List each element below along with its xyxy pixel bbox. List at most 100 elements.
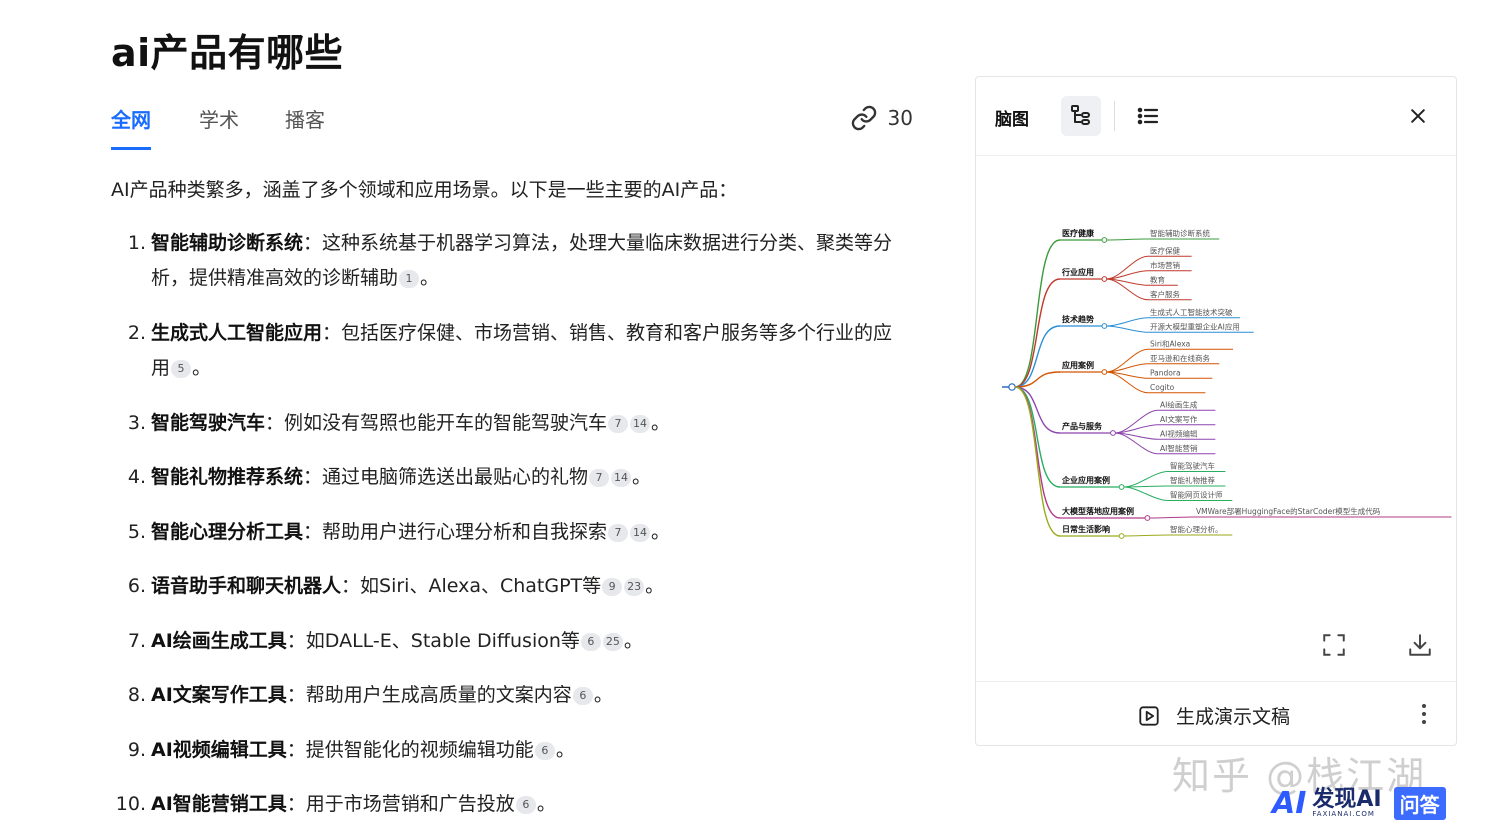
item-title: AI文案写作工具: [151, 684, 287, 706]
mindmap-category-node[interactable]: [1110, 430, 1116, 436]
citation-badge[interactable]: 14: [630, 415, 651, 433]
mindmap-category[interactable]: 企业应用案例: [1061, 475, 1110, 485]
mindmap-leaf[interactable]: 智能心理分析。: [1170, 524, 1223, 534]
item-end: 。: [645, 575, 665, 597]
mindmap-leaf[interactable]: 医疗保健: [1150, 245, 1180, 255]
citation-badge[interactable]: 23: [624, 578, 645, 596]
list-view-button[interactable]: [1128, 96, 1168, 136]
bulleted-list-icon: [1137, 107, 1159, 125]
item-end: 。: [651, 412, 671, 434]
mindmap-leaf[interactable]: Pandora: [1150, 368, 1181, 377]
citation-badge[interactable]: 6: [572, 687, 593, 705]
citation-badge[interactable]: 25: [602, 633, 623, 651]
mindmap-category-node[interactable]: [1101, 369, 1108, 375]
citation-badge[interactable]: 9: [602, 578, 623, 596]
mindmap-category-node[interactable]: [1118, 533, 1125, 539]
mindmap-leaf[interactable]: AI智能营销: [1160, 443, 1198, 453]
download-button[interactable]: [1400, 625, 1440, 665]
mindmap-category-node[interactable]: [1101, 276, 1108, 282]
list-item: 2. 生成式人工智能应用：包括医疗保健、市场营销、销售、教育和客户服务等多个行业的…: [111, 316, 911, 386]
citation-badge[interactable]: 6: [534, 742, 555, 760]
citation-badge[interactable]: 7: [608, 524, 629, 542]
faxianai-logo: AI 发现AI FAXIANAI.COM 问答: [1272, 786, 1446, 821]
item-number: 1.: [127, 232, 146, 254]
item-number: 2.: [127, 322, 146, 344]
mindmap-leaf[interactable]: Cogito: [1150, 383, 1175, 392]
mindmap-leaf[interactable]: 开源大模型重塑企业AI应用: [1150, 321, 1240, 331]
link-icon: [851, 105, 876, 131]
mindmap-leaf[interactable]: VMWare部署HuggingFace的StarCoder模型生成代码: [1196, 506, 1381, 516]
mindmap-category-node[interactable]: [1101, 237, 1108, 243]
mindmap-leaf[interactable]: 智能辅助诊断系统: [1150, 228, 1210, 238]
mindmap-leaf-branch: [1149, 516, 1195, 519]
list-item: 6. 语音助手和聊天机器人：如Siri、Alexa、ChatGPT等 9 23。: [111, 569, 911, 604]
mindmap-root-node[interactable]: [1008, 383, 1016, 391]
citation-badge[interactable]: 7: [608, 415, 629, 433]
mindmap-leaf[interactable]: 市场营销: [1150, 260, 1180, 270]
more-options-button[interactable]: [1418, 702, 1430, 730]
list-item: 1. 智能辅助诊断系统：这种系统基于机器学习算法，处理大量临床数据进行分类、聚类等…: [111, 226, 911, 296]
mindmap-leaf[interactable]: AI绘画生成: [1160, 399, 1198, 409]
tab-academic[interactable]: 学术: [199, 104, 239, 147]
mindmap-leaf[interactable]: 客户服务: [1150, 289, 1180, 299]
fullscreen-button[interactable]: [1314, 625, 1354, 665]
sources-button[interactable]: 30: [850, 104, 913, 132]
item-number: 9.: [127, 739, 146, 761]
logo-name: 发现AI: [1312, 787, 1382, 812]
tab-podcast[interactable]: 播客: [285, 104, 325, 147]
item-separator: ：: [303, 232, 323, 254]
mindmap-leaf[interactable]: Siri和Alexa: [1150, 339, 1190, 348]
page-title: ai产品有哪些: [111, 31, 344, 75]
citation-badge[interactable]: 1: [399, 270, 420, 288]
item-title: 语音助手和聊天机器人: [151, 575, 342, 597]
mindmap-category-node[interactable]: [1118, 484, 1125, 490]
list-item: 7. AI绘画生成工具：如DALL-E、Stable Diffusion等 6 25。: [111, 624, 911, 659]
mindmap-canvas[interactable]: 医疗健康 智能辅助诊断系统行业应用 医疗保健市场营销教育客户服务技术趋势 生成式人工智…: [976, 156, 1456, 676]
item-title: 智能心理分析工具: [151, 521, 304, 543]
mindmap-category[interactable]: 技术趋势: [1062, 314, 1094, 324]
mindmap-category[interactable]: 产品与服务: [1062, 421, 1103, 431]
citation-badge[interactable]: 6: [515, 796, 536, 814]
tab-web[interactable]: 全网: [111, 104, 151, 150]
generate-presentation-button[interactable]: 生成演示文稿: [1138, 702, 1290, 729]
citation-badge[interactable]: 14: [611, 469, 632, 487]
play-icon: [1139, 705, 1159, 726]
item-separator: ：: [286, 793, 306, 815]
mindmap-leaf[interactable]: 智能礼物推荐: [1170, 475, 1215, 485]
mindmap-leaf[interactable]: 亚马逊和在线商务: [1150, 353, 1210, 363]
item-separator: ：: [322, 322, 342, 344]
mindmap-leaf[interactable]: AI视频编辑: [1160, 428, 1198, 438]
list-item: 8. AI文案写作工具：帮助用户生成高质量的文案内容 6。: [111, 678, 911, 713]
citation-badge[interactable]: 6: [580, 633, 601, 651]
mindmap-branch: [1014, 239, 1061, 388]
download-icon: [1409, 634, 1431, 656]
mindmap-category[interactable]: 应用案例: [1062, 360, 1094, 370]
mindmap-category[interactable]: 日常生活影响: [1062, 524, 1110, 534]
citation-badge[interactable]: 5: [171, 360, 192, 378]
mindmap-leaf[interactable]: 智能网页设计师: [1170, 490, 1223, 500]
mindmap-category[interactable]: 大模型落地应用案例: [1062, 506, 1134, 516]
item-text: 帮助用户生成高质量的文案内容: [305, 684, 572, 706]
logo-badge: 问答: [1393, 787, 1446, 820]
panel-title: 脑图: [995, 110, 1029, 130]
citation-badge[interactable]: 14: [630, 524, 651, 542]
mindmap-leaf-branch: [1106, 238, 1149, 241]
mindmap-leaf[interactable]: 智能驾驶汽车: [1170, 461, 1215, 471]
mindmap-category[interactable]: 行业应用: [1061, 267, 1094, 277]
source-tabs: 全网 学术 播客 30: [111, 104, 921, 154]
list-item: 4. 智能礼物推荐系统：通过电脑筛选送出最贴心的礼物 7 14。: [111, 460, 911, 495]
tree-branch-icon: [1071, 105, 1090, 125]
mindmap-category-node[interactable]: [1101, 323, 1108, 329]
mindmap-leaf[interactable]: 生成式人工智能技术突破: [1150, 307, 1233, 317]
citation-badge[interactable]: 7: [589, 469, 610, 487]
mindmap-leaf[interactable]: 教育: [1150, 274, 1166, 284]
more-vertical-icon: [1422, 704, 1426, 724]
mindmap-category-node[interactable]: [1144, 515, 1151, 521]
answer-intro: AI产品种类繁多，涵盖了多个领域和应用场景。以下是一些主要的AI产品：: [111, 179, 738, 201]
item-separator: ：: [286, 630, 306, 652]
mindmap-category[interactable]: 医疗健康: [1062, 228, 1095, 238]
mindmap-leaf[interactable]: AI文案写作: [1160, 414, 1198, 424]
mindmap-view-button[interactable]: [1061, 96, 1101, 136]
item-title: 智能驾驶汽车: [151, 412, 266, 434]
close-button[interactable]: [1398, 96, 1438, 136]
